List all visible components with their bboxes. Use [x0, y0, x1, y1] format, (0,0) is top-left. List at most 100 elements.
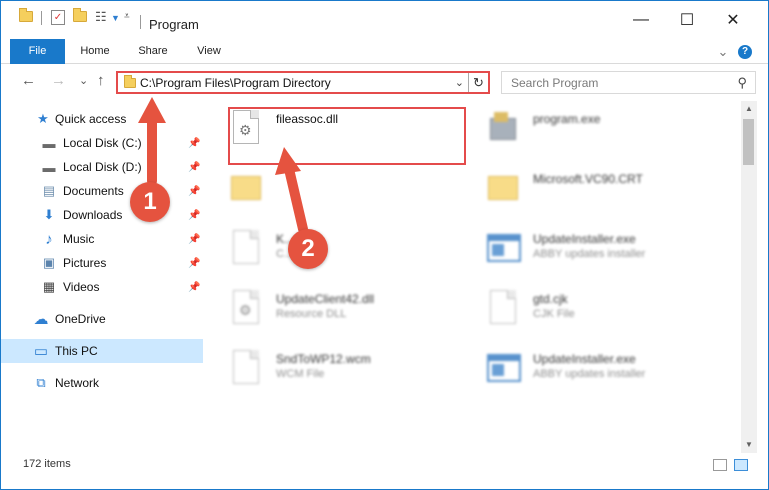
address-bar[interactable]: C:\Program Files\Program Directory ⌄ ↻: [116, 71, 490, 94]
explorer-window: ✓ ☷ ▼ ⩡ Program — ☐ ✕ File Home Share Vi…: [0, 0, 769, 490]
file-description: Resource DLL: [276, 308, 347, 320]
properties-icon[interactable]: ✓: [51, 10, 65, 25]
details-view-icon[interactable]: [713, 459, 727, 471]
tab-home[interactable]: Home: [71, 39, 119, 64]
search-icon[interactable]: ⚲: [737, 75, 747, 91]
sidebar-item-label: Network: [55, 376, 100, 390]
document-icon: [229, 230, 265, 274]
sidebar-item-onedrive[interactable]: ☁ OneDrive: [1, 307, 203, 331]
file-highlight-box: [228, 107, 466, 165]
sidebar-item-label: Quick access: [55, 112, 127, 126]
item-count: 172 items: [23, 458, 71, 470]
file-name: program.exe: [533, 112, 601, 126]
scroll-down-arrow-icon[interactable]: ▼: [741, 437, 757, 453]
maximize-button[interactable]: ☐: [664, 1, 710, 39]
search-box[interactable]: Search Program ⚲: [501, 71, 756, 94]
refresh-button[interactable]: ↻: [468, 73, 488, 92]
up-button[interactable]: ↑: [97, 72, 105, 89]
pictures-icon: ▣: [42, 255, 56, 270]
sidebar-item-local-disk-d[interactable]: ▬ Local Disk (D:) 📌: [1, 155, 203, 179]
sidebar-item-this-pc[interactable]: ▭ This PC: [1, 339, 203, 363]
file-item-updateinstaller-exe[interactable]: UpdateInstaller.exe ABBY updates install…: [486, 227, 736, 283]
sidebar-item-music[interactable]: ♪ Music 📌: [1, 227, 203, 251]
file-item-folder[interactable]: [229, 167, 479, 223]
sidebar-item-label: Music: [63, 232, 95, 246]
ribbon-tabs: File Home Share View ⌄ ?: [1, 39, 768, 64]
file-item-updateclient42-dll[interactable]: ⚙ UpdateClient42.dll Resource DLL: [229, 287, 479, 343]
tab-view[interactable]: View: [186, 39, 232, 64]
file-item-program-exe[interactable]: program.exe: [486, 107, 736, 163]
sidebar-item-label: Videos: [63, 280, 100, 294]
file-name: UpdateInstaller.exe: [533, 352, 636, 366]
expand-ribbon-button[interactable]: ⌄: [713, 39, 733, 64]
forward-button[interactable]: →: [51, 72, 66, 89]
pin-icon[interactable]: 📌: [188, 186, 200, 197]
pin-icon[interactable]: 📌: [188, 234, 200, 245]
minimize-button[interactable]: —: [618, 1, 664, 39]
computer-icon: ▭: [33, 343, 49, 360]
file-description: WCM File: [276, 368, 325, 380]
pin-icon[interactable]: 📌: [188, 210, 200, 221]
sidebar-item-label: This PC: [55, 344, 98, 358]
sidebar-item-downloads[interactable]: ⬇ Downloads 📌: [1, 203, 203, 227]
sidebar-item-label: Local Disk (C:): [63, 136, 142, 150]
customize-view-icon[interactable]: ☷: [95, 9, 107, 25]
cloud-icon: ☁: [33, 311, 49, 328]
pin-icon[interactable]: 📌: [188, 258, 200, 269]
videos-icon: ▦: [42, 279, 56, 294]
address-path[interactable]: C:\Program Files\Program Directory: [140, 76, 331, 90]
application-window-icon: [486, 350, 522, 394]
callout-1: 1: [130, 182, 170, 222]
recent-locations-button[interactable]: ⌄: [79, 74, 88, 87]
sidebar-item-label: Downloads: [63, 208, 123, 222]
file-item-sndtowp12-wcm[interactable]: SndToWP12.wcm WCM File: [229, 347, 479, 403]
navigation-pane: ★ Quick access ▬ Local Disk (C:) 📌 ▬ Loc…: [1, 101, 203, 453]
close-button[interactable]: ✕: [710, 1, 756, 39]
file-item-updateinstaller-exe-2[interactable]: UpdateInstaller.exe ABBY updates install…: [486, 347, 736, 403]
network-icon: ⧉: [36, 375, 46, 390]
help-button[interactable]: ?: [738, 45, 752, 59]
pin-icon[interactable]: 📌: [188, 138, 200, 149]
quick-access-toolbar-menu-icon[interactable]: ⩡: [124, 11, 130, 22]
scroll-up-arrow-icon[interactable]: ▲: [741, 101, 757, 117]
tiles-view-icon[interactable]: [734, 459, 748, 471]
pin-icon[interactable]: 📌: [188, 282, 200, 293]
sidebar-item-network[interactable]: ⧉ Network: [1, 371, 203, 395]
search-input[interactable]: Search Program: [511, 76, 598, 90]
file-item-microsoft-vc90-crt[interactable]: Microsoft.VC90.CRT: [486, 167, 736, 223]
new-folder-icon[interactable]: [73, 8, 87, 22]
scroll-thumb[interactable]: [743, 119, 754, 165]
chevron-down-icon[interactable]: ▼: [111, 13, 120, 23]
back-button[interactable]: ←: [21, 72, 36, 89]
documents-icon: ▤: [42, 183, 56, 198]
music-icon: ♪: [45, 230, 53, 248]
navigation-bar: ← → ⌄ ↑ C:\Program Files\Program Directo…: [1, 65, 768, 99]
folder-icon: [486, 170, 522, 214]
file-name: Microsoft.VC90.CRT: [533, 172, 643, 186]
file-item-gtd-cjk[interactable]: gtd.cjk CJK File: [486, 287, 736, 343]
file-name: UpdateInstaller.exe: [533, 232, 636, 246]
application-window-icon: [486, 230, 522, 274]
sidebar-item-label: Pictures: [63, 256, 107, 270]
file-item-cjk[interactable]: K...ry.cjk C...: [229, 227, 479, 283]
sidebar-item-label: OneDrive: [55, 312, 106, 326]
vertical-scrollbar[interactable]: ▲ ▼: [741, 101, 757, 453]
file-name: SndToWP12.wcm: [276, 352, 371, 366]
drive-icon: ▬: [42, 159, 56, 175]
sidebar-item-documents[interactable]: ▤ Documents 📌: [1, 179, 203, 203]
sidebar-item-quick-access[interactable]: ★ Quick access: [1, 107, 203, 131]
pin-icon[interactable]: 📌: [188, 162, 200, 173]
document-icon: [486, 290, 522, 334]
status-bar: 172 items: [1, 453, 768, 477]
sidebar-item-videos[interactable]: ▦ Videos 📌: [1, 275, 203, 299]
tab-share[interactable]: Share: [128, 39, 178, 64]
download-icon: ⬇: [43, 207, 55, 222]
sidebar-item-local-disk-c[interactable]: ▬ Local Disk (C:) 📌: [1, 131, 203, 155]
separator: [41, 11, 42, 25]
sidebar-item-pictures[interactable]: ▣ Pictures 📌: [1, 251, 203, 275]
document-icon: [229, 350, 265, 394]
dll-file-icon: ⚙: [229, 290, 265, 334]
tab-file[interactable]: File: [10, 39, 65, 64]
chevron-down-icon[interactable]: ⌄: [455, 76, 464, 89]
window-title: Program: [149, 17, 199, 32]
